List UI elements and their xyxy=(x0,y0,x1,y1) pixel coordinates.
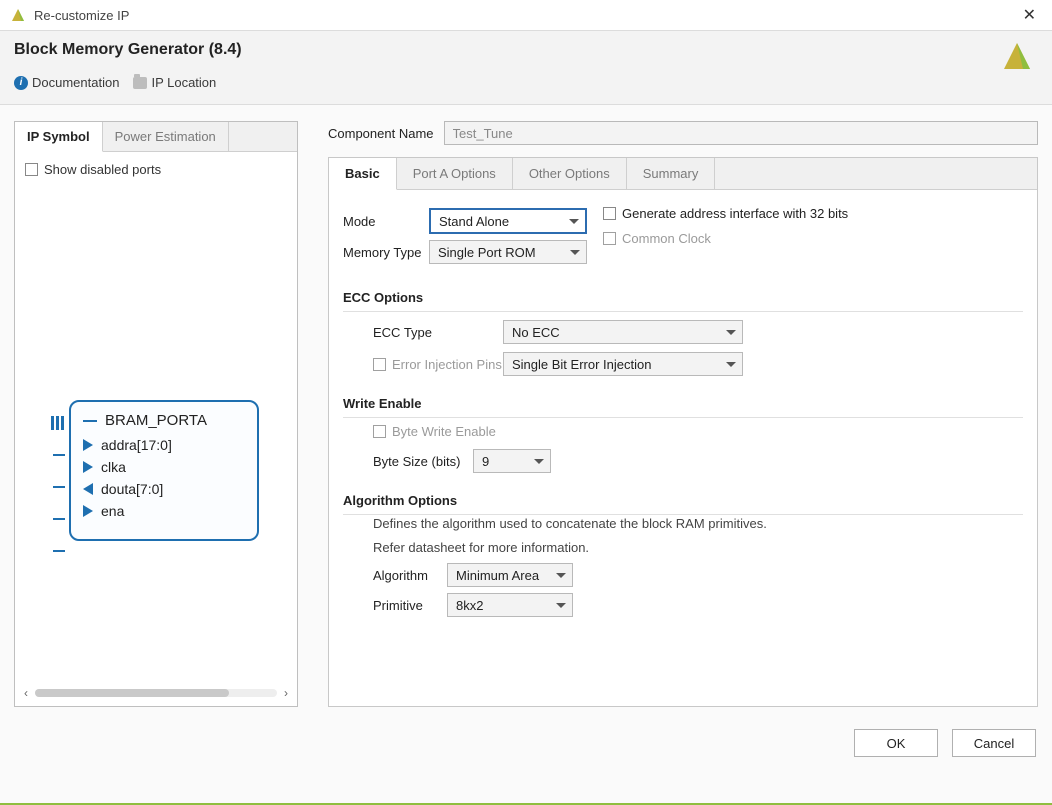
ecc-type-select[interactable]: No ECC xyxy=(503,320,743,344)
documentation-label: Documentation xyxy=(32,75,119,90)
vivado-app-icon xyxy=(10,7,26,23)
port-addra: addra[17:0] xyxy=(83,437,245,453)
algorithm-select[interactable]: Minimum Area xyxy=(447,563,573,587)
port-group-name: BRAM_PORTA xyxy=(105,412,207,429)
algorithm-label: Algorithm xyxy=(373,568,447,583)
config-tabs: Basic Port A Options Other Options Summa… xyxy=(329,158,1037,190)
error-injection-pins-label: Error Injection Pins xyxy=(392,357,502,372)
tab-summary[interactable]: Summary xyxy=(627,158,716,189)
byte-size-label: Byte Size (bits) xyxy=(373,454,473,469)
port-stubs xyxy=(53,418,65,556)
ok-button[interactable]: OK xyxy=(854,729,938,757)
scroll-thumb[interactable] xyxy=(35,689,229,697)
algorithm-desc2: Refer datasheet for more information. xyxy=(373,539,1023,557)
tab-porta[interactable]: Port A Options xyxy=(397,158,513,189)
ecc-type-value: No ECC xyxy=(512,325,560,340)
common-clock-label: Common Clock xyxy=(622,231,711,246)
chevron-down-icon xyxy=(556,573,566,578)
component-name-label: Component Name xyxy=(328,126,434,141)
horizontal-scrollbar[interactable]: ‹ › xyxy=(21,686,291,700)
cancel-button[interactable]: Cancel xyxy=(952,729,1036,757)
output-arrow-icon xyxy=(83,483,93,495)
folder-icon xyxy=(133,77,147,89)
port-douta: douta[7:0] xyxy=(83,481,245,497)
documentation-link[interactable]: i Documentation xyxy=(14,75,119,90)
scroll-left-icon[interactable]: ‹ xyxy=(21,686,31,700)
tab-other[interactable]: Other Options xyxy=(513,158,627,189)
mode-select[interactable]: Stand Alone xyxy=(429,208,587,234)
port-addra-label: addra[17:0] xyxy=(101,437,172,453)
chevron-down-icon xyxy=(726,362,736,367)
algorithm-section-title: Algorithm Options xyxy=(343,493,1023,508)
primitive-select[interactable]: 8kx2 xyxy=(447,593,573,617)
input-arrow-icon xyxy=(83,461,93,473)
left-tabs: IP Symbol Power Estimation xyxy=(15,122,297,152)
checkbox-icon[interactable] xyxy=(25,163,38,176)
port-douta-label: douta[7:0] xyxy=(101,481,163,497)
memory-type-value: Single Port ROM xyxy=(438,245,536,260)
ecc-type-label: ECC Type xyxy=(373,325,503,340)
scroll-right-icon[interactable]: › xyxy=(281,686,291,700)
byte-size-value: 9 xyxy=(482,454,489,469)
chevron-down-icon xyxy=(569,219,579,224)
gen32-label: Generate address interface with 32 bits xyxy=(622,206,848,221)
ecc-section-title: ECC Options xyxy=(343,290,1023,305)
info-icon: i xyxy=(14,76,28,90)
algorithm-value: Minimum Area xyxy=(456,568,539,583)
port-group-title: BRAM_PORTA xyxy=(83,412,245,429)
primitive-value: 8kx2 xyxy=(456,598,483,613)
algorithm-desc1: Defines the algorithm used to concatenat… xyxy=(373,515,1023,533)
port-clka: clka xyxy=(83,459,245,475)
byte-size-select[interactable]: 9 xyxy=(473,449,551,473)
tab-basic[interactable]: Basic xyxy=(329,158,397,190)
ip-location-label: IP Location xyxy=(151,75,216,90)
input-arrow-icon xyxy=(83,505,93,517)
input-arrow-icon xyxy=(83,439,93,451)
primitive-label: Primitive xyxy=(373,598,447,613)
error-injection-select[interactable]: Single Bit Error Injection xyxy=(503,352,743,376)
show-disabled-ports-label: Show disabled ports xyxy=(44,162,161,177)
error-injection-pins-option: Error Injection Pins xyxy=(373,357,503,372)
port-ena-label: ena xyxy=(101,503,124,519)
ip-symbol: BRAM_PORTA addra[17:0] clka douta[7:0] xyxy=(69,400,259,541)
gen32-option[interactable]: Generate address interface with 32 bits xyxy=(603,206,1023,221)
write-enable-section-title: Write Enable xyxy=(343,396,1023,411)
common-clock-option: Common Clock xyxy=(603,231,1023,246)
chevron-down-icon xyxy=(570,250,580,255)
ip-header: Block Memory Generator (8.4) i Documenta… xyxy=(0,30,1052,105)
chevron-down-icon xyxy=(534,459,544,464)
port-ena: ena xyxy=(83,503,245,519)
byte-write-enable-option: Byte Write Enable xyxy=(373,424,1023,439)
tab-power-estimation[interactable]: Power Estimation xyxy=(103,122,229,151)
checkbox-icon xyxy=(373,358,386,371)
memory-type-label: Memory Type xyxy=(343,245,429,260)
vivado-brand-icon xyxy=(1000,39,1034,73)
ip-location-link[interactable]: IP Location xyxy=(133,75,216,90)
left-panel: IP Symbol Power Estimation Show disabled… xyxy=(14,121,298,707)
mode-label: Mode xyxy=(343,214,429,229)
collapse-icon[interactable] xyxy=(83,420,97,422)
port-clka-label: clka xyxy=(101,459,126,475)
chevron-down-icon xyxy=(556,603,566,608)
footer: OK Cancel xyxy=(0,715,1052,773)
window-title: Re-customize IP xyxy=(34,8,129,23)
byte-write-enable-label: Byte Write Enable xyxy=(392,424,496,439)
mode-value: Stand Alone xyxy=(439,214,509,229)
checkbox-icon xyxy=(603,232,616,245)
checkbox-icon xyxy=(373,425,386,438)
title-bar: Re-customize IP ✕ xyxy=(0,0,1052,30)
chevron-down-icon xyxy=(726,330,736,335)
error-injection-value: Single Bit Error Injection xyxy=(512,357,651,372)
memory-type-select[interactable]: Single Port ROM xyxy=(429,240,587,264)
tab-ip-symbol[interactable]: IP Symbol xyxy=(15,122,103,152)
right-panel: Component Name Basic Port A Options Othe… xyxy=(328,121,1038,707)
show-disabled-ports[interactable]: Show disabled ports xyxy=(25,162,287,177)
scroll-track[interactable] xyxy=(35,689,277,697)
ip-title: Block Memory Generator (8.4) xyxy=(14,41,1038,59)
checkbox-icon[interactable] xyxy=(603,207,616,220)
component-name-input[interactable] xyxy=(444,121,1039,145)
close-icon[interactable]: ✕ xyxy=(1017,5,1042,25)
